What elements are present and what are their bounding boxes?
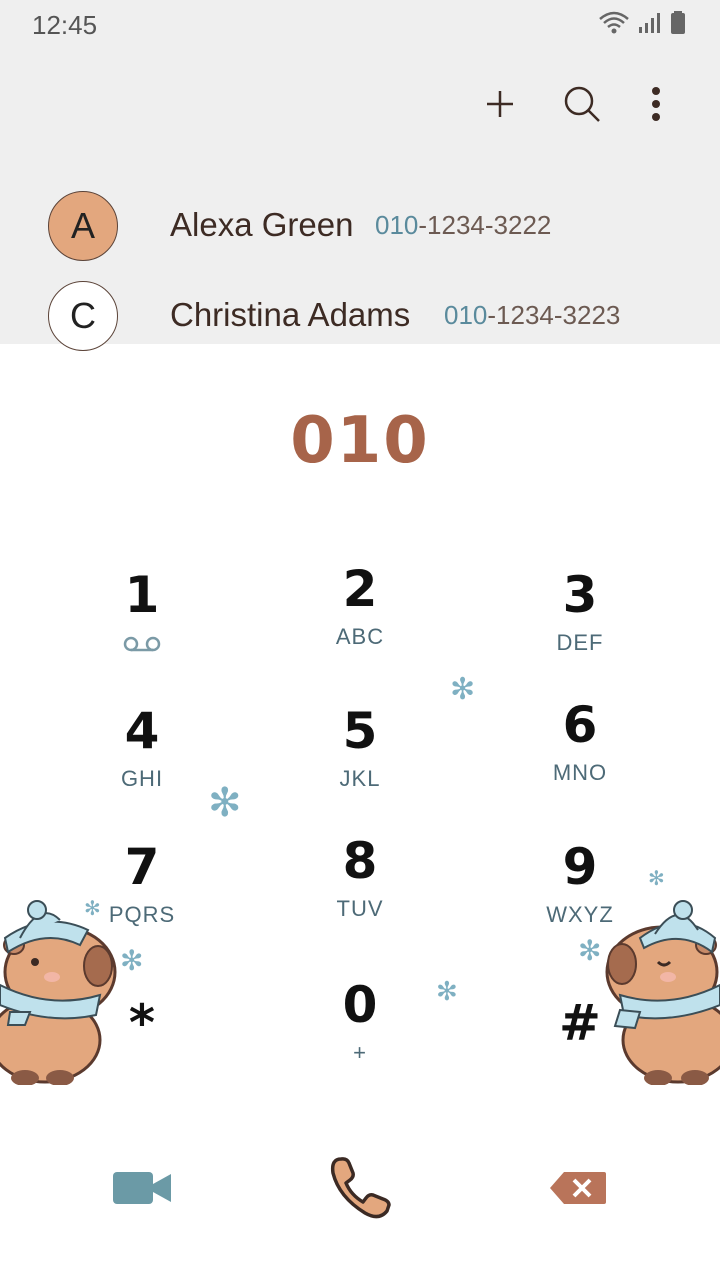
key-letters: PQRS [108,902,176,927]
key-digit: 1 [124,566,160,624]
key-star[interactable]: * [62,994,222,1114]
signal-icon [639,13,660,33]
contacts-panel: 12:45 A Alexa Green 010-1234-3222 C Chri… [0,0,720,351]
number-rest: -1234-3223 [487,300,621,330]
key-letters: + [353,1040,367,1065]
key-digit: 0 [342,976,378,1034]
key-8[interactable]: 8 TUV [280,832,440,952]
key-4[interactable]: 4 GHI [62,702,222,822]
add-contact-button[interactable] [476,80,524,128]
key-digit: 3 [562,566,598,624]
more-options-button[interactable] [632,80,680,128]
number-match: 010 [375,210,419,240]
contact-name: Alexa Green [170,206,354,243]
key-7[interactable]: 7 PQRS [62,838,222,958]
key-letters: MNO [552,760,608,785]
key-digit: 4 [124,702,160,760]
backspace-button[interactable] [538,1150,618,1226]
snowflake-icon: ✻ [450,673,476,706]
key-9[interactable]: 9 WXYZ [500,838,660,958]
key-hash[interactable]: # [500,994,660,1114]
voicemail-icon [123,636,161,652]
call-button[interactable] [320,1150,400,1226]
key-digit: 5 [342,702,378,760]
key-letters: ABC [335,624,385,649]
key-0[interactable]: 0 + [280,976,440,1096]
contact-number: 010-1234-3222 [375,210,551,241]
contact-row[interactable]: C Christina Adams 010-1234-3223 [0,276,720,356]
wifi-icon [599,11,629,34]
avatar: A [48,191,118,261]
contact-name: Christina Adams [170,296,411,333]
avatar: C [48,281,118,351]
key-digit: # [559,994,601,1052]
number-match: 010 [444,300,488,330]
contact-row[interactable]: A Alexa Green 010-1234-3222 [0,186,720,266]
key-1[interactable]: 1 [62,566,222,686]
key-digit: 8 [342,832,378,890]
key-digit: 2 [342,560,378,618]
contact-number: 010-1234-3223 [444,300,620,331]
key-3[interactable]: 3 DEF [500,566,660,686]
key-digit: 7 [124,838,160,896]
key-2[interactable]: 2 ABC [280,560,440,680]
key-digit: 6 [562,696,598,754]
video-call-button[interactable] [102,1150,182,1226]
number-rest: -1234-3222 [418,210,552,240]
search-icon [564,86,600,122]
key-letters: WXYZ [546,902,614,927]
more-vertical-icon [652,87,660,121]
video-camera-icon [113,1172,171,1204]
key-letters: GHI [120,766,164,791]
status-icons [598,10,686,36]
phone-icon [330,1157,391,1219]
key-digit: 9 [562,838,598,896]
key-letters: JKL [339,766,381,791]
key-letters: TUV [336,896,384,921]
plus-icon [487,91,513,117]
key-digit: * [128,994,156,1052]
status-time: 12:45 [32,10,98,40]
search-button[interactable] [558,80,606,128]
backspace-icon [550,1172,606,1204]
key-5[interactable]: 5 JKL [280,702,440,822]
dialed-number-field[interactable]: 010 [0,404,720,478]
key-6[interactable]: 6 MNO [500,696,660,816]
key-letters: DEF [556,630,604,655]
battery-icon [671,11,685,34]
